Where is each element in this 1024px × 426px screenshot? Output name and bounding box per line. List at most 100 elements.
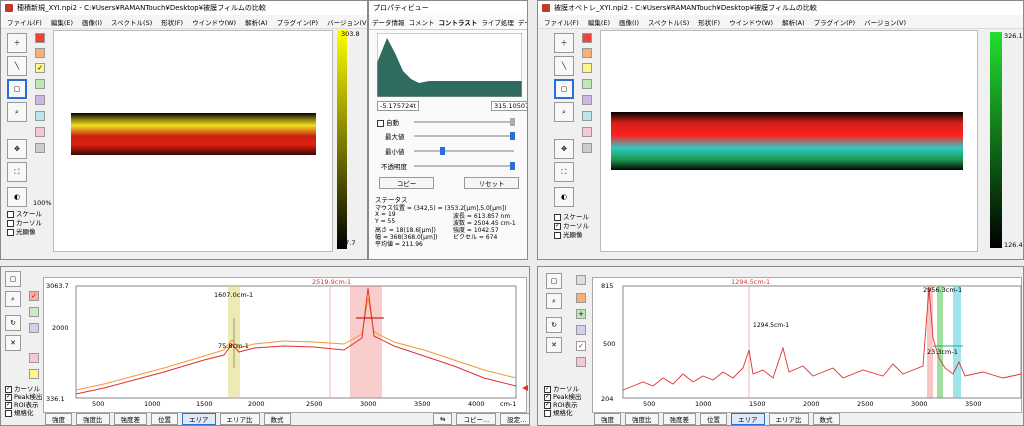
color-swatch-orange[interactable] bbox=[582, 48, 592, 58]
clear-button[interactable]: ✕ bbox=[546, 337, 562, 353]
spec-swatch-red-checked[interactable]: ✓ bbox=[576, 341, 586, 351]
settings-button[interactable]: 設定... bbox=[500, 413, 529, 425]
cursor-checkbox[interactable] bbox=[7, 219, 14, 227]
area-ratio-button[interactable]: エリア比 bbox=[768, 413, 809, 425]
color-swatch-orange[interactable] bbox=[35, 48, 45, 58]
tab-contrast[interactable]: コントラスト bbox=[439, 17, 478, 27]
contrast-tool-button[interactable]: ◐ bbox=[7, 187, 27, 207]
right-spectrum-plot[interactable]: 815 500 204 500 1000 1500 2000 2500 3000… bbox=[592, 277, 1022, 413]
property-titlebar[interactable]: プロパティビュー bbox=[369, 1, 527, 15]
color-swatch-red[interactable] bbox=[582, 33, 592, 43]
crosshair-tool-button[interactable]: ＋ bbox=[7, 33, 27, 53]
tab-data-info[interactable]: データ情報 bbox=[372, 17, 405, 27]
roi-checkbox[interactable] bbox=[544, 401, 551, 409]
move-tool-button[interactable]: ✥ bbox=[554, 139, 574, 159]
color-swatch-pink[interactable] bbox=[35, 127, 45, 137]
raman-image-panel[interactable] bbox=[600, 30, 978, 252]
color-swatch-purple[interactable] bbox=[35, 95, 45, 105]
color-swatch-red[interactable] bbox=[35, 33, 45, 43]
crosshair-tool-button[interactable]: ＋ bbox=[554, 33, 574, 53]
menu-analysis[interactable]: 解析(A) bbox=[782, 17, 805, 27]
move-tool-button[interactable]: ✥ bbox=[7, 139, 27, 159]
color-swatch-purple[interactable] bbox=[582, 95, 592, 105]
position-button[interactable]: 位置 bbox=[700, 413, 727, 425]
color-swatch-green[interactable] bbox=[582, 79, 592, 89]
intensity-button[interactable]: 強度 bbox=[594, 413, 621, 425]
roi-checkbox[interactable] bbox=[5, 401, 12, 409]
tab-data[interactable]: データ bbox=[518, 17, 527, 27]
color-swatch-gray[interactable] bbox=[35, 143, 45, 153]
fit-tool-button[interactable]: ⛶ bbox=[7, 162, 27, 182]
menu-shape[interactable]: 形状(F) bbox=[698, 17, 720, 27]
spec-swatch-yellow[interactable] bbox=[29, 369, 39, 379]
reset-button[interactable]: リセット bbox=[464, 177, 519, 189]
formula-button[interactable]: 数式 bbox=[263, 413, 291, 425]
intensity-ratio-button[interactable]: 強度比 bbox=[625, 413, 659, 425]
intensity-ratio-button[interactable]: 強度比 bbox=[76, 413, 110, 425]
color-swatch-cyan[interactable] bbox=[35, 111, 45, 121]
tab-comment[interactable]: コメント bbox=[409, 17, 435, 27]
area-ratio-button[interactable]: エリア比 bbox=[219, 413, 260, 425]
spec-swatch-gray[interactable] bbox=[576, 275, 586, 285]
line-tool-button[interactable]: ╲ bbox=[554, 56, 574, 76]
scale-checkbox[interactable] bbox=[7, 210, 14, 218]
menu-image[interactable]: 画像(I) bbox=[82, 17, 102, 27]
microscope-checkbox[interactable] bbox=[7, 228, 14, 236]
color-swatch-cyan[interactable] bbox=[582, 111, 592, 121]
intensity-diff-button[interactable]: 強度差 bbox=[113, 413, 147, 425]
left-spectrum-plot[interactable]: 3063.7 2000 336.1 500 1000 1500 2000 250… bbox=[43, 277, 528, 413]
contrast-tool-button[interactable]: ◐ bbox=[554, 187, 574, 207]
spec-swatch-green[interactable] bbox=[29, 307, 39, 317]
spec-swatch-green-plus[interactable]: + bbox=[576, 309, 586, 319]
menu-version[interactable]: バージョン(V) bbox=[327, 17, 367, 27]
spec-swatch-purple[interactable] bbox=[576, 325, 586, 335]
auto-slider[interactable] bbox=[414, 118, 515, 126]
spec-swatch-purple[interactable] bbox=[29, 323, 39, 333]
color-swatch-gray[interactable] bbox=[582, 143, 592, 153]
menu-file[interactable]: ファイル(F) bbox=[7, 17, 42, 27]
raman-image-panel[interactable] bbox=[53, 30, 333, 252]
clear-button[interactable]: ✕ bbox=[5, 335, 21, 351]
menu-plugin[interactable]: プラグイン(P) bbox=[814, 17, 856, 27]
normalize-checkbox[interactable] bbox=[544, 409, 551, 417]
color-swatch-pink[interactable] bbox=[582, 127, 592, 137]
menu-shape[interactable]: 形状(F) bbox=[161, 17, 183, 27]
hist-max-input[interactable]: 315.10507 bbox=[491, 101, 527, 111]
peak-checkbox[interactable] bbox=[5, 393, 12, 401]
spec-swatch-pink[interactable] bbox=[29, 353, 39, 363]
area-button[interactable]: エリア bbox=[731, 413, 765, 425]
menu-spectrum[interactable]: スペクトル(S) bbox=[111, 17, 152, 27]
cursor-checkbox[interactable] bbox=[544, 385, 551, 393]
cursor-checkbox[interactable] bbox=[554, 222, 561, 230]
position-button[interactable]: 位置 bbox=[151, 413, 178, 425]
spec-swatch-red-checked[interactable]: ✓ bbox=[29, 291, 39, 301]
rect-tool-button[interactable]: ▢ bbox=[7, 79, 27, 99]
hist-min-input[interactable]: -5.175724t bbox=[377, 101, 419, 111]
menu-edit[interactable]: 編集(E) bbox=[51, 17, 73, 27]
menu-analysis[interactable]: 解析(A) bbox=[245, 17, 268, 27]
color-swatch-green[interactable] bbox=[35, 79, 45, 89]
normalize-checkbox[interactable] bbox=[5, 409, 12, 417]
tab-live[interactable]: ライブ処理 bbox=[481, 17, 514, 27]
intensity-button[interactable]: 強度 bbox=[45, 413, 72, 425]
scale-checkbox[interactable] bbox=[554, 213, 561, 221]
rect-roi-button[interactable]: ▢ bbox=[546, 273, 562, 289]
zoom-tool-button[interactable]: ⌕ bbox=[554, 102, 574, 122]
min-slider[interactable] bbox=[414, 147, 514, 155]
zoom-tool-button[interactable]: ⌕ bbox=[7, 102, 27, 122]
menu-edit[interactable]: 編集(E) bbox=[588, 17, 610, 27]
spec-swatch-orange[interactable] bbox=[576, 293, 586, 303]
rect-tool-button[interactable]: ▢ bbox=[554, 79, 574, 99]
cursor-checkbox[interactable] bbox=[5, 385, 12, 393]
left-titlebar[interactable]: 穂積新規_XYI.npi2 - C:¥Users¥RAMANTouch¥Desk… bbox=[1, 1, 367, 15]
copy-spectrum-button[interactable]: コピー... bbox=[456, 413, 497, 425]
color-swatch-yellow-checked[interactable]: ✓ bbox=[35, 63, 45, 73]
microscope-checkbox[interactable] bbox=[554, 231, 561, 239]
menu-file[interactable]: ファイル(F) bbox=[544, 17, 579, 27]
max-slider[interactable] bbox=[414, 132, 515, 140]
area-button[interactable]: エリア bbox=[182, 413, 216, 425]
fit-tool-button[interactable]: ⛶ bbox=[554, 162, 574, 182]
zoom-spec-button[interactable]: ⌕ bbox=[5, 291, 21, 307]
color-swatch-yellow[interactable] bbox=[582, 63, 592, 73]
undo-button[interactable]: ↻ bbox=[546, 317, 562, 333]
